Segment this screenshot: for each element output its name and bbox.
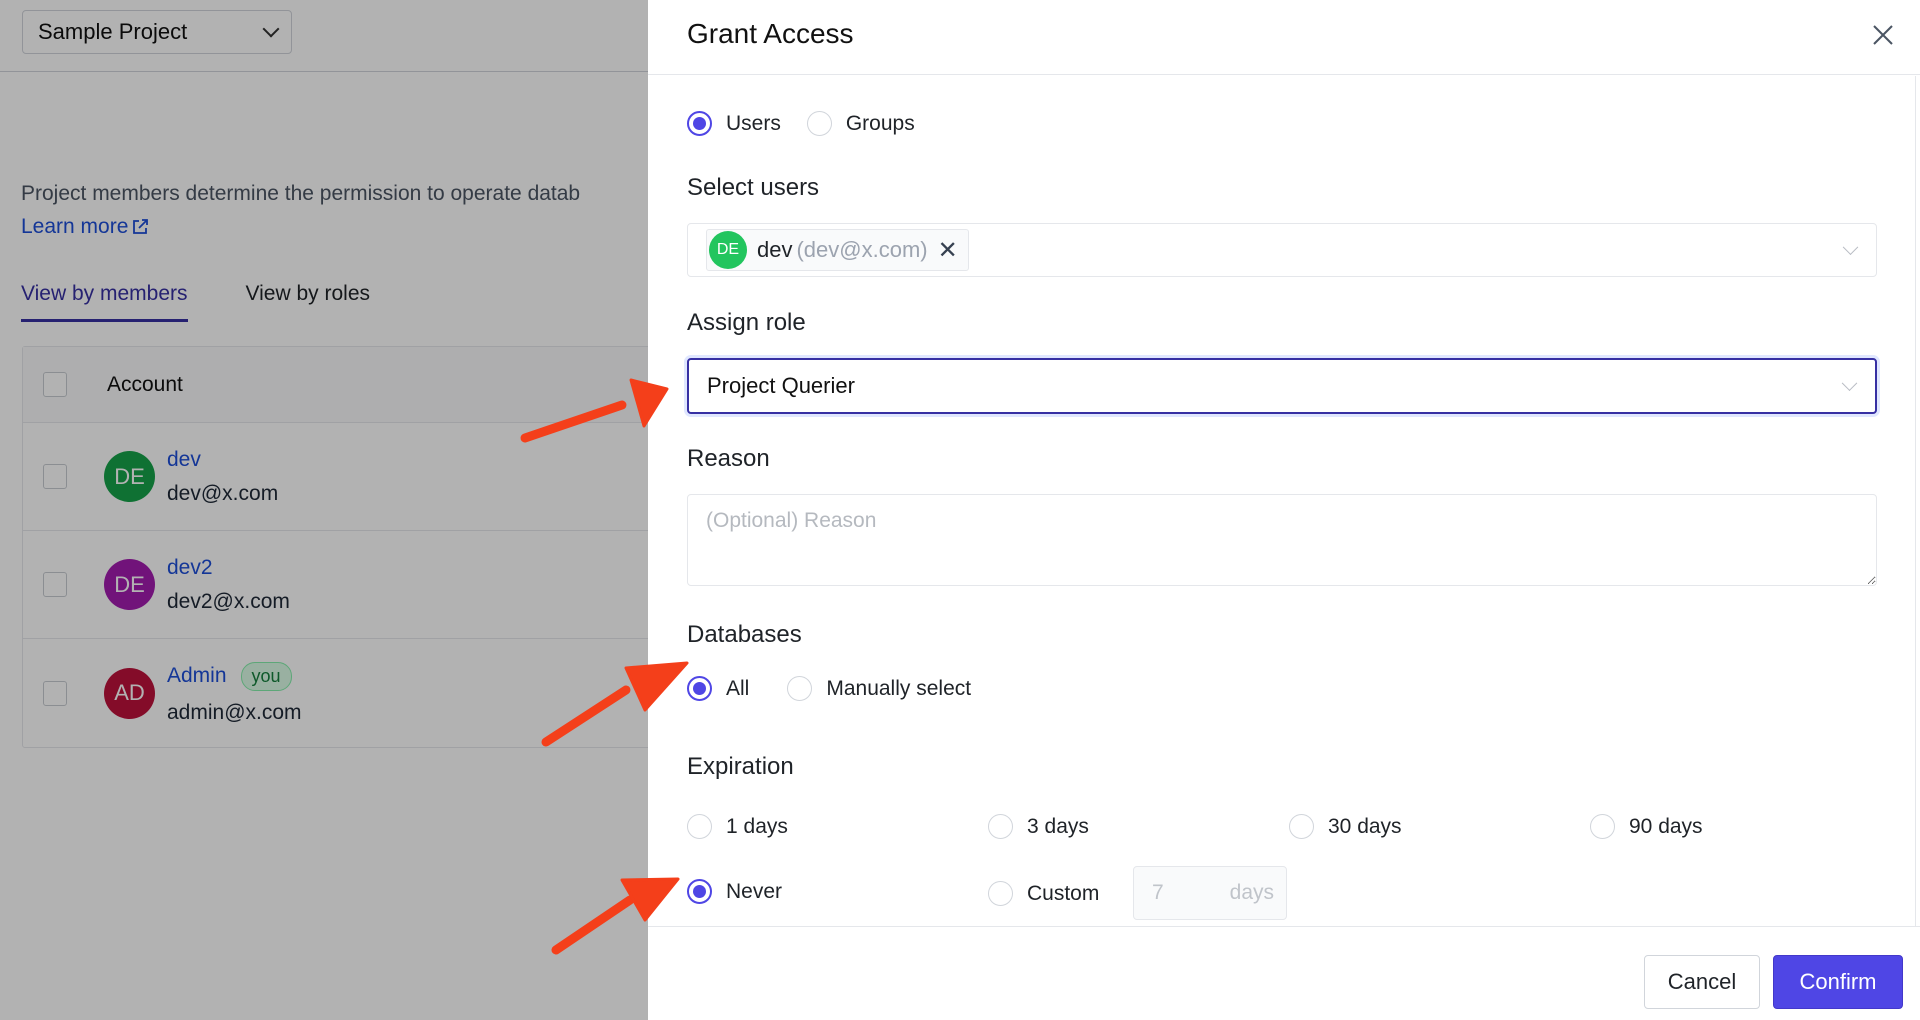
radio-label: 30 days xyxy=(1328,814,1402,838)
radio-label: 90 days xyxy=(1629,814,1703,838)
custom-days-unit: days xyxy=(1229,881,1274,904)
chip-user-name: dev xyxy=(757,237,793,262)
expiration-option-custom[interactable]: Custom xyxy=(988,881,1099,906)
radio-button[interactable] xyxy=(1289,814,1314,839)
radio-label: Groups xyxy=(845,111,915,135)
radio-databases-all[interactable]: All xyxy=(687,676,749,701)
custom-days-value: 7 xyxy=(1152,881,1164,904)
grant-access-drawer: Grant Access Users Groups Select users D… xyxy=(648,0,1920,1020)
close-icon[interactable] xyxy=(1868,20,1898,50)
expiration-option-90-days[interactable]: 90 days xyxy=(1590,814,1703,839)
expiration-option-30-days[interactable]: 30 days xyxy=(1289,814,1402,839)
expiration-option-never[interactable]: Never xyxy=(687,879,782,904)
chevron-down-icon xyxy=(1841,375,1858,392)
confirm-button[interactable]: Confirm xyxy=(1773,955,1903,1009)
radio-label: 1 days xyxy=(726,814,788,838)
radio-label: Manually select xyxy=(826,676,972,700)
expiration-label: Expiration xyxy=(687,753,794,780)
radio-users[interactable]: Users xyxy=(687,111,781,136)
radio-button-checked[interactable] xyxy=(687,879,712,904)
select-users-input[interactable]: DE dev (dev@x.com) ✕ xyxy=(687,223,1877,277)
drawer-header: Grant Access xyxy=(648,0,1920,75)
radio-button[interactable] xyxy=(988,814,1013,839)
avatar: DE xyxy=(709,231,747,269)
drawer-title: Grant Access xyxy=(687,18,854,49)
reason-textarea[interactable] xyxy=(687,494,1877,586)
radio-label: Users xyxy=(726,111,781,135)
radio-button-checked[interactable] xyxy=(687,676,712,701)
role-select[interactable]: Project Querier xyxy=(687,358,1877,414)
select-users-label: Select users xyxy=(687,174,820,201)
radio-button[interactable] xyxy=(787,676,813,701)
expiration-option-3-days[interactable]: 3 days xyxy=(988,814,1089,839)
custom-days-input[interactable]: 7 days xyxy=(1133,866,1287,920)
chevron-down-icon xyxy=(1842,239,1859,256)
radio-label: Never xyxy=(726,879,783,903)
radio-label: All xyxy=(726,676,750,700)
radio-label: 3 days xyxy=(1027,814,1089,838)
role-select-value: Project Querier xyxy=(707,373,855,398)
radio-databases-manual[interactable]: Manually select xyxy=(787,676,971,701)
target-type-radio-group: Users Groups xyxy=(687,111,915,136)
radio-button[interactable] xyxy=(806,111,832,136)
radio-button[interactable] xyxy=(988,881,1013,906)
cancel-button[interactable]: Cancel xyxy=(1644,955,1760,1009)
databases-radio-group: All Manually select xyxy=(687,676,971,701)
reason-label: Reason xyxy=(687,445,770,472)
chip-user-email: (dev@x.com) xyxy=(796,237,928,262)
selected-user-chip: DE dev (dev@x.com) ✕ xyxy=(706,229,969,271)
radio-groups[interactable]: Groups xyxy=(806,111,915,136)
radio-label: Custom xyxy=(1027,881,1100,905)
expiration-option-1-days[interactable]: 1 days xyxy=(687,814,788,839)
remove-chip-icon[interactable]: ✕ xyxy=(938,236,958,265)
drawer-footer: Cancel Confirm xyxy=(648,926,1920,1020)
drawer-body: Users Groups Select users DE dev (dev@x.… xyxy=(648,76,1916,926)
assign-role-label: Assign role xyxy=(687,309,806,336)
radio-button[interactable] xyxy=(687,814,712,839)
databases-label: Databases xyxy=(687,621,802,648)
radio-button[interactable] xyxy=(1590,814,1615,839)
radio-button-checked[interactable] xyxy=(687,111,712,136)
